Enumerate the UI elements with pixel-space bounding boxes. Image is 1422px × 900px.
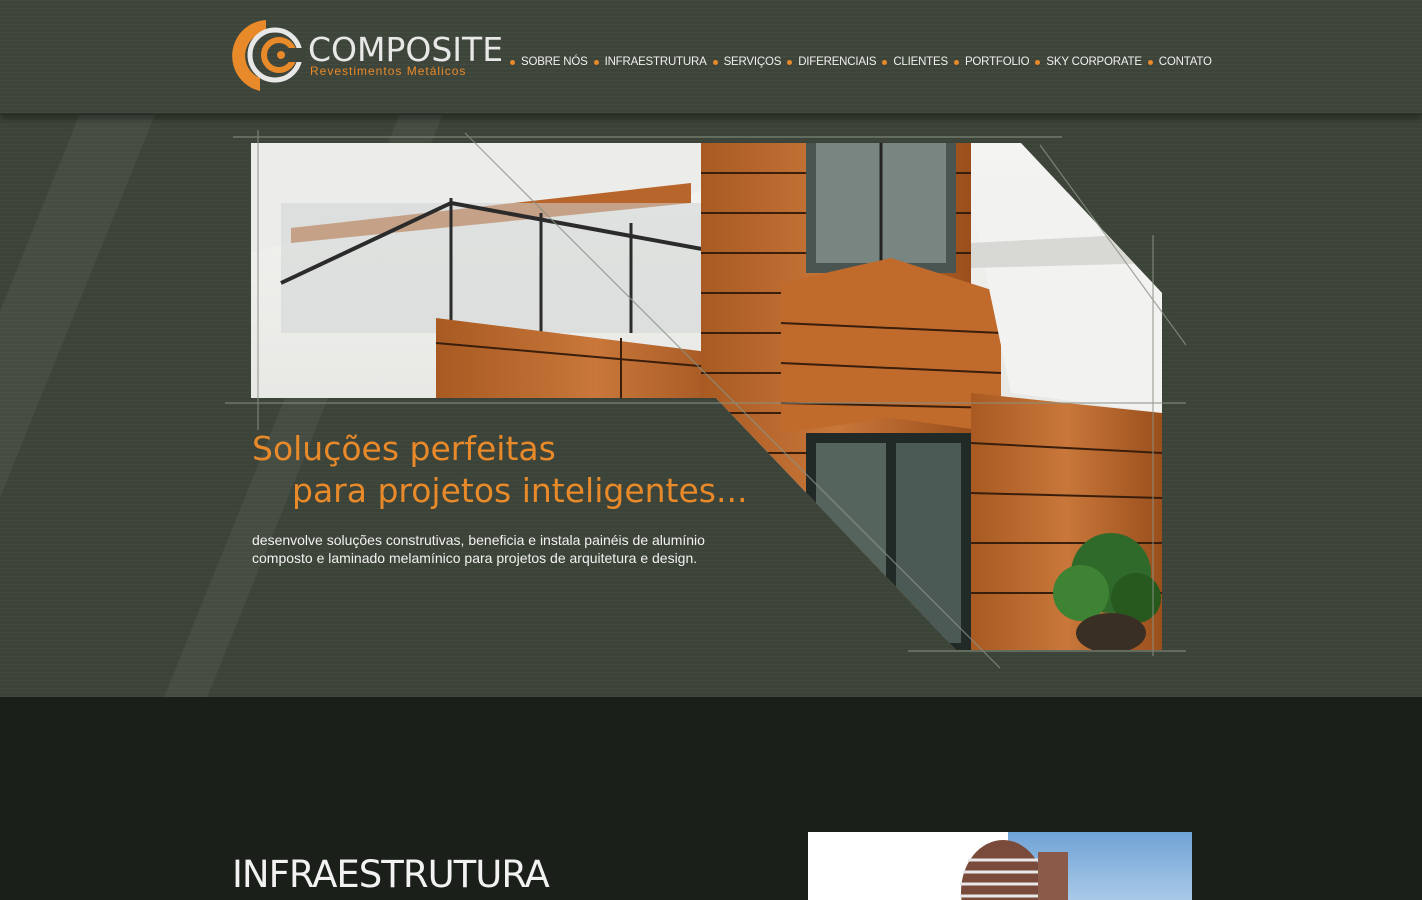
site-logo[interactable]: COMPOSITE Revestimentos Metálicos	[230, 18, 503, 93]
nav-bullet-icon	[1147, 59, 1153, 65]
nav-link-portfolio[interactable]: PORTFOLIO	[965, 56, 1030, 68]
nav-item-contato: CONTATO	[1142, 56, 1212, 68]
nav-bullet-icon	[510, 59, 515, 65]
nav-item-sky-corporate: SKY CORPORATE	[1029, 56, 1142, 68]
nav-link-clientes[interactable]: CLIENTES	[893, 56, 948, 68]
composite-logo-icon	[232, 20, 305, 91]
hero-headline-line2: para projetos inteligentes...	[292, 471, 748, 510]
nav-bullet-icon	[593, 59, 599, 65]
nav-link-diferenciais[interactable]: DIFERENCIAIS	[798, 56, 876, 68]
nav-bullet-icon	[953, 59, 959, 65]
hero-headline-line1: Soluções perfeitas	[252, 429, 556, 468]
nav-item-infraestrutura: INFRAESTRUTURA	[588, 56, 707, 68]
hero-building-photo	[251, 143, 1162, 650]
nav-item-servicos: SERVIÇOS	[707, 56, 782, 68]
nav-link-sky-corporate[interactable]: SKY CORPORATE	[1046, 56, 1142, 68]
nav-bullet-icon	[787, 59, 793, 65]
brand-tagline: Revestimentos Metálicos	[310, 64, 467, 78]
main-nav: SOBRE NÓS INFRAESTRUTURA SERVIÇOS DIFERE…	[504, 56, 1212, 68]
nav-link-servicos[interactable]: SERVIÇOS	[724, 56, 782, 68]
infraestrutura-section: INFRAESTRUTURA	[0, 697, 1422, 900]
nav-item-portfolio: PORTFOLIO	[948, 56, 1030, 68]
site-header: COMPOSITE Revestimentos Metálicos SOBRE …	[0, 0, 1422, 115]
nav-link-infraestrutura[interactable]: INFRAESTRUTURA	[605, 56, 707, 68]
hero-description: desenvolve soluções construtivas, benefi…	[252, 532, 705, 566]
nav-link-contato[interactable]: CONTATO	[1159, 56, 1212, 68]
hero-headline: Soluções perfeitas para projetos intelig…	[252, 428, 747, 512]
section-title: INFRAESTRUTURA	[232, 853, 550, 896]
nav-bullet-icon	[882, 59, 888, 65]
nav-bullet-icon	[1035, 59, 1041, 65]
nav-item-sobre-nos: SOBRE NÓS	[504, 56, 588, 68]
nav-item-clientes: CLIENTES	[876, 56, 948, 68]
nav-link-sobre-nos[interactable]: SOBRE NÓS	[521, 56, 588, 68]
infraestrutura-building-photo	[808, 832, 1192, 900]
nav-item-diferenciais: DIFERENCIAIS	[781, 56, 877, 68]
nav-bullet-icon	[712, 59, 718, 65]
